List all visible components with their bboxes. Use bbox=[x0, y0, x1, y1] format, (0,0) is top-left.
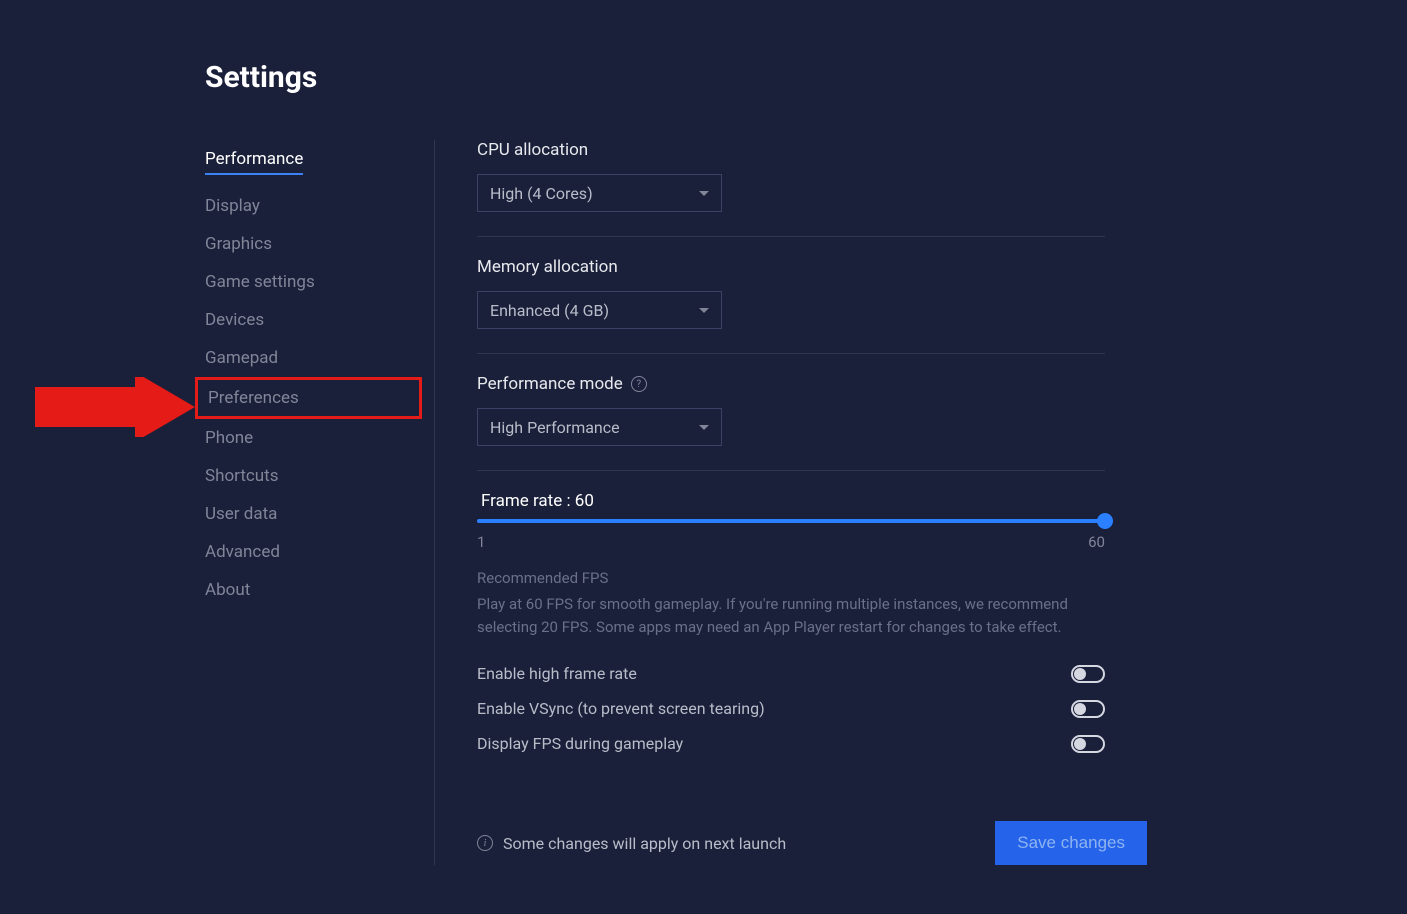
sidebar-item-advanced[interactable]: Advanced bbox=[205, 533, 414, 571]
help-icon[interactable]: ? bbox=[631, 376, 647, 392]
frame-rate-min: 1 bbox=[477, 533, 485, 551]
content-area: CPU allocation High (4 Cores) Memory all… bbox=[435, 140, 1105, 865]
divider bbox=[477, 470, 1105, 471]
chevron-down-icon bbox=[699, 308, 709, 313]
vsync-label: Enable VSync (to prevent screen tearing) bbox=[477, 699, 765, 718]
cpu-allocation-value: High (4 Cores) bbox=[490, 184, 593, 203]
performance-mode-value: High Performance bbox=[490, 418, 620, 437]
save-changes-button[interactable]: Save changes bbox=[995, 821, 1147, 865]
frame-rate-max: 60 bbox=[1088, 533, 1105, 551]
display-fps-label: Display FPS during gameplay bbox=[477, 734, 683, 753]
frame-rate-slider[interactable] bbox=[477, 519, 1105, 523]
info-icon: i bbox=[477, 835, 493, 851]
performance-mode-label-text: Performance mode bbox=[477, 374, 623, 394]
toggle-knob bbox=[1074, 703, 1086, 715]
sidebar-item-display[interactable]: Display bbox=[205, 187, 414, 225]
toggle-knob bbox=[1074, 668, 1086, 680]
sidebar-item-performance[interactable]: Performance bbox=[205, 140, 303, 175]
memory-allocation-select[interactable]: Enhanced (4 GB) bbox=[477, 291, 722, 329]
sidebar-item-game-settings[interactable]: Game settings bbox=[205, 263, 414, 301]
slider-thumb[interactable] bbox=[1097, 513, 1113, 529]
memory-allocation-value: Enhanced (4 GB) bbox=[490, 301, 609, 320]
toggle-knob bbox=[1074, 738, 1086, 750]
sidebar-item-about[interactable]: About bbox=[205, 571, 414, 609]
sidebar-item-gamepad[interactable]: Gamepad bbox=[205, 339, 414, 377]
sidebar-item-user-data[interactable]: User data bbox=[205, 495, 414, 533]
cpu-allocation-label: CPU allocation bbox=[477, 140, 1105, 160]
divider bbox=[477, 353, 1105, 354]
sidebar-item-phone[interactable]: Phone bbox=[205, 419, 414, 457]
page-title: Settings bbox=[205, 60, 1407, 95]
sidebar: Performance Display Graphics Game settin… bbox=[205, 140, 435, 865]
chevron-down-icon bbox=[699, 191, 709, 196]
arrow-annotation bbox=[35, 377, 195, 437]
memory-allocation-label: Memory allocation bbox=[477, 257, 1105, 277]
display-fps-toggle[interactable] bbox=[1071, 735, 1105, 753]
high-frame-rate-label: Enable high frame rate bbox=[477, 664, 637, 683]
sidebar-item-shortcuts[interactable]: Shortcuts bbox=[205, 457, 414, 495]
footer-note-text: Some changes will apply on next launch bbox=[503, 834, 786, 853]
high-frame-rate-toggle[interactable] bbox=[1071, 665, 1105, 683]
sidebar-item-devices[interactable]: Devices bbox=[205, 301, 414, 339]
cpu-allocation-select[interactable]: High (4 Cores) bbox=[477, 174, 722, 212]
vsync-toggle[interactable] bbox=[1071, 700, 1105, 718]
divider bbox=[477, 236, 1105, 237]
footer-note: i Some changes will apply on next launch bbox=[477, 834, 786, 853]
sidebar-item-graphics[interactable]: Graphics bbox=[205, 225, 414, 263]
performance-mode-select[interactable]: High Performance bbox=[477, 408, 722, 446]
chevron-down-icon bbox=[699, 425, 709, 430]
frame-rate-label: Frame rate : 60 bbox=[481, 491, 1105, 511]
performance-mode-label: Performance mode ? bbox=[477, 374, 1105, 394]
recommended-fps-title: Recommended FPS bbox=[477, 569, 1105, 587]
recommended-fps-text: Play at 60 FPS for smooth gameplay. If y… bbox=[477, 593, 1105, 638]
sidebar-item-preferences[interactable]: Preferences bbox=[195, 377, 422, 419]
